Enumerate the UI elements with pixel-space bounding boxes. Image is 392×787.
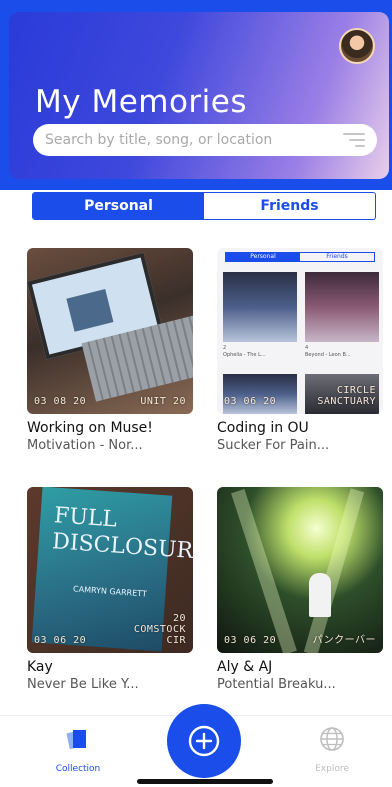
memory-title: Aly & AJ bbox=[217, 659, 273, 675]
memory-thumbnail: 03 08 20 UNIT 20 bbox=[27, 248, 193, 414]
memory-card[interactable]: 03 06 20 パンクーバー Aly & AJ Potential Break… bbox=[217, 487, 383, 692]
memory-song: Potential Breaku... bbox=[217, 677, 336, 692]
nav-explore[interactable]: Explore bbox=[302, 726, 362, 774]
memory-card[interactable]: 03 08 20 UNIT 20 Working on Muse! Motiva… bbox=[27, 248, 193, 453]
mini-number: 2 bbox=[223, 345, 227, 351]
memory-song: Sucker For Pain... bbox=[217, 438, 330, 453]
memory-title: Kay bbox=[27, 659, 53, 675]
performer bbox=[309, 573, 331, 617]
date-stamp: 03 06 20 bbox=[34, 635, 87, 646]
memory-thumbnail: Personal Friends 2 Ophelia - The L... 4 … bbox=[217, 248, 383, 414]
tab-personal[interactable]: Personal bbox=[33, 193, 204, 219]
mini-photo bbox=[223, 374, 297, 414]
mini-tab-friends: Friends bbox=[326, 253, 348, 260]
mini-photo bbox=[223, 272, 297, 342]
book-title: FULL DISCLOSURE bbox=[51, 503, 193, 566]
profile-avatar[interactable] bbox=[339, 28, 375, 64]
tab-friends[interactable]: Friends bbox=[204, 193, 375, 219]
stage-light bbox=[303, 488, 365, 653]
memory-thumbnail: 03 06 20 パンクーバー bbox=[217, 487, 383, 653]
search-placeholder: Search by title, song, or location bbox=[45, 132, 273, 148]
mini-caption: Beyond - Leon B... bbox=[305, 352, 351, 358]
collection-icon bbox=[66, 730, 86, 750]
stage-light bbox=[231, 488, 297, 653]
memory-song: Never Be Like Y... bbox=[27, 677, 139, 692]
location-stamp: 20 COMSTOCK CIR bbox=[133, 613, 186, 646]
nav-collection[interactable]: Collection bbox=[48, 726, 108, 774]
mini-caption: Ophelia - The L... bbox=[223, 352, 266, 358]
date-stamp: 03 08 20 bbox=[34, 396, 87, 407]
personal-friends-toggle: Personal Friends bbox=[32, 192, 376, 220]
filter-icon[interactable] bbox=[343, 133, 365, 147]
location-stamp: CIRCLE SANCTUARY bbox=[317, 385, 376, 407]
date-stamp: 03 06 20 bbox=[224, 635, 277, 646]
location-stamp: パンクーバー bbox=[312, 635, 376, 646]
header-card: My Memories Search by title, song, or lo… bbox=[9, 12, 389, 179]
globe-icon bbox=[320, 727, 344, 751]
mini-tab-personal: Personal bbox=[226, 253, 300, 261]
add-memory-button[interactable] bbox=[167, 704, 241, 778]
nav-explore-label: Explore bbox=[315, 764, 349, 774]
memory-song: Motivation - Nor... bbox=[27, 438, 143, 453]
home-indicator bbox=[137, 779, 273, 784]
mini-photo bbox=[305, 272, 379, 342]
mini-number: 4 bbox=[305, 345, 309, 351]
memory-thumbnail: FULL DISCLOSURE CAMRYN GARRETT 03 06 20 … bbox=[27, 487, 193, 653]
nav-collection-label: Collection bbox=[55, 764, 101, 774]
page-title: My Memories bbox=[35, 84, 248, 120]
date-stamp: 03 06 20 bbox=[224, 396, 277, 407]
memory-card[interactable]: Personal Friends 2 Ophelia - The L... 4 … bbox=[217, 248, 383, 453]
plus-circle-icon bbox=[188, 725, 220, 757]
mini-toggle: Personal Friends bbox=[225, 252, 375, 262]
memory-title: Coding in OU bbox=[217, 420, 309, 436]
location-stamp: UNIT 20 bbox=[140, 396, 186, 407]
memory-title: Working on Muse! bbox=[27, 420, 153, 436]
memory-card[interactable]: FULL DISCLOSURE CAMRYN GARRETT 03 06 20 … bbox=[27, 487, 193, 692]
search-input[interactable]: Search by title, song, or location bbox=[33, 124, 377, 156]
